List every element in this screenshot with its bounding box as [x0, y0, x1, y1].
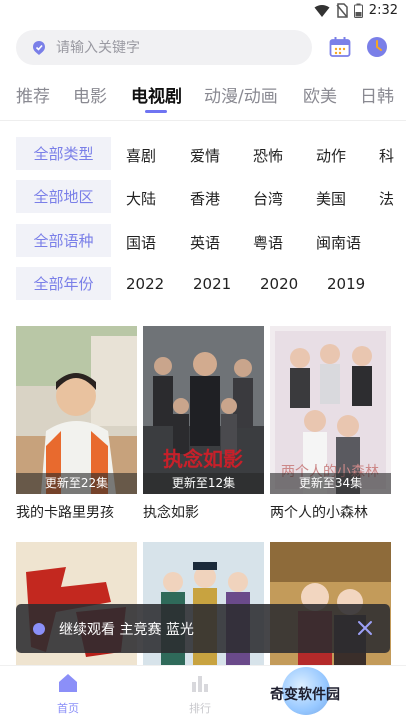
- filter-option[interactable]: 2019: [327, 275, 365, 293]
- filter-option[interactable]: 2020: [260, 275, 298, 293]
- video-card[interactable]: 更新至22集 我的卡路里男孩: [16, 326, 137, 522]
- card-title: 两个人的小森林: [270, 505, 368, 521]
- tab-movie[interactable]: 电影: [73, 82, 107, 107]
- nav-home-label: 首页: [57, 702, 79, 715]
- poster-image: 两个人的小森林 更新至34集: [270, 326, 391, 494]
- svg-text:执念如影: 执念如影: [163, 447, 243, 471]
- watermark-text: 奇变软件园: [270, 687, 340, 703]
- filter-option[interactable]: 2022: [126, 275, 164, 293]
- search-row: [16, 30, 392, 66]
- ranking-icon: [192, 676, 208, 692]
- search-input[interactable]: [56, 39, 276, 56]
- clock-user-icon[interactable]: [366, 36, 388, 58]
- card-title: 执念如影: [143, 505, 199, 521]
- filter-option[interactable]: 科: [379, 145, 394, 166]
- filter-option[interactable]: 动作: [316, 145, 346, 166]
- tab-recommend[interactable]: 推荐: [16, 82, 50, 107]
- active-tab-indicator: [145, 110, 167, 113]
- tab-japan-korea[interactable]: 日韩: [360, 82, 394, 107]
- no-sim-icon: [336, 3, 348, 18]
- search-box[interactable]: [16, 30, 312, 65]
- filter-option[interactable]: 法: [379, 188, 394, 209]
- clock: 2:32: [368, 3, 398, 18]
- filter-option[interactable]: 喜剧: [126, 145, 156, 166]
- category-tabs: 推荐 电影 电视剧 动漫/动画 欧美 日韩: [0, 82, 406, 118]
- episode-badge: 更新至22集: [16, 473, 137, 494]
- filter-all-type[interactable]: 全部类型: [16, 137, 111, 170]
- divider: [0, 120, 406, 121]
- status-bar: 2:32: [0, 0, 406, 24]
- continue-watching-toast[interactable]: 继续观看 主竞赛 蓝光: [16, 604, 390, 653]
- filter-option[interactable]: 2021: [193, 275, 231, 293]
- home-icon: [59, 674, 77, 692]
- nav-ranking-label: 排行: [189, 702, 211, 715]
- toast-message: 继续观看 主竞赛 蓝光: [59, 621, 194, 638]
- filter-row-type: 全部类型 喜剧 爱情 恐怖 动作 科: [16, 137, 406, 170]
- nav-ranking[interactable]: 排行: [170, 672, 230, 716]
- filter-option[interactable]: 香港: [190, 188, 220, 209]
- filter-option[interactable]: 粤语: [253, 232, 283, 253]
- tab-anime[interactable]: 动漫/动画: [204, 82, 278, 107]
- filter-row-year: 全部年份 2022 2021 2020 2019: [16, 267, 406, 300]
- video-card[interactable]: 两个人的小森林 更新至34集 两个人的小森林: [270, 326, 391, 522]
- filter-option[interactable]: 大陆: [126, 188, 156, 209]
- battery-icon: [353, 3, 363, 18]
- search-logo-icon: [33, 40, 45, 55]
- filter-row-language: 全部语种 国语 英语 粤语 闽南语: [16, 224, 406, 257]
- filter-option[interactable]: 爱情: [190, 145, 220, 166]
- filter-option[interactable]: 恐怖: [253, 145, 283, 166]
- history-icon[interactable]: [329, 36, 351, 58]
- poster-image: 更新至22集: [16, 326, 137, 494]
- filter-all-year[interactable]: 全部年份: [16, 267, 111, 300]
- filter-option[interactable]: 台湾: [253, 188, 283, 209]
- bottom-nav: 首页 排行: [0, 665, 406, 721]
- nav-home[interactable]: 首页: [38, 672, 98, 716]
- tab-western[interactable]: 欧美: [303, 82, 337, 107]
- video-card[interactable]: 执念如影 更新至12集 执念如影: [143, 326, 264, 522]
- episode-badge: 更新至34集: [270, 473, 391, 494]
- close-icon[interactable]: [356, 619, 374, 637]
- filter-option[interactable]: 闽南语: [316, 232, 361, 253]
- toast-dot-icon: [33, 622, 45, 635]
- filter-row-region: 全部地区 大陆 香港 台湾 美国 法: [16, 180, 406, 213]
- filter-option[interactable]: 美国: [316, 188, 346, 209]
- filter-option[interactable]: 国语: [126, 232, 156, 253]
- tab-tv-series[interactable]: 电视剧: [131, 82, 182, 107]
- episode-badge: 更新至12集: [143, 473, 264, 494]
- filter-all-region[interactable]: 全部地区: [16, 180, 111, 213]
- wifi-icon: [314, 4, 330, 17]
- filter-option[interactable]: 英语: [190, 232, 220, 253]
- filter-all-language[interactable]: 全部语种: [16, 224, 111, 257]
- card-title: 我的卡路里男孩: [16, 505, 114, 521]
- poster-image: 执念如影 更新至12集: [143, 326, 264, 494]
